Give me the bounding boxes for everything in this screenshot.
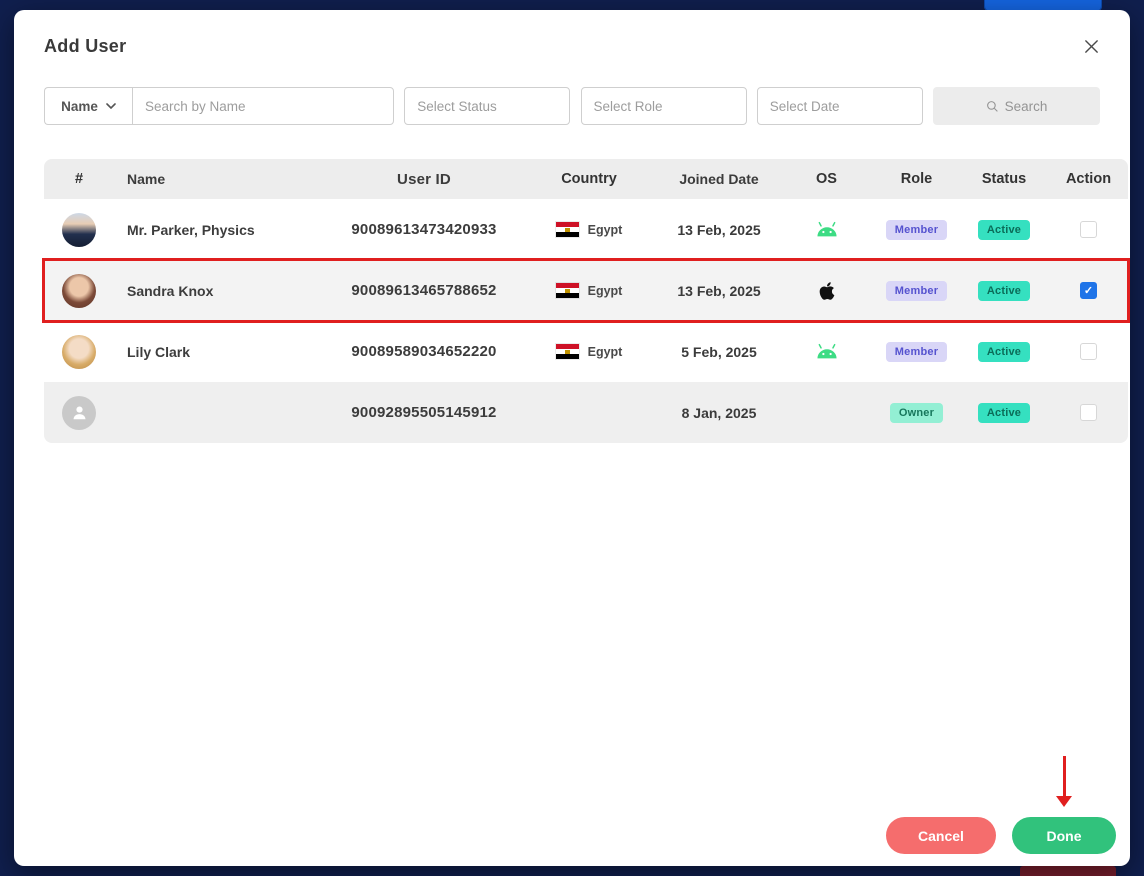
annotation-arrow-icon	[1056, 756, 1072, 808]
chevron-down-icon	[106, 103, 116, 110]
search-button[interactable]: Search	[933, 87, 1100, 125]
status-badge: Active	[977, 219, 1031, 240]
column-header: User ID	[397, 170, 451, 188]
search-icon	[986, 100, 999, 113]
user-name: Mr. Parker, Physics	[127, 221, 255, 238]
role-badge: Member	[885, 280, 948, 301]
status-badge: Active	[977, 402, 1031, 423]
avatar	[44, 395, 114, 430]
role-badge: Member	[885, 219, 948, 240]
user-id: 90089613465788652	[351, 282, 497, 299]
joined-date: 5 Feb, 2025	[681, 343, 757, 360]
row-checkbox[interactable]	[1080, 221, 1097, 238]
background-partial-element	[1020, 866, 1116, 876]
os-cell	[779, 221, 874, 238]
column-header: Role	[900, 171, 933, 187]
table-row[interactable]: Sandra Knox 90089613465788652 Egypt 13 Feb,…	[42, 258, 1130, 323]
column-header: Name	[127, 171, 166, 187]
row-checkbox[interactable]: ✓	[1080, 282, 1097, 299]
joined-date: 13 Feb, 2025	[677, 282, 761, 299]
cancel-button[interactable]: Cancel	[886, 817, 996, 854]
joined-date: 13 Feb, 2025	[677, 221, 761, 238]
add-user-modal: Add User Name Search # Name User ID Country…	[14, 10, 1130, 866]
user-name: Lily Clark	[127, 343, 191, 360]
column-header: OS	[816, 171, 837, 187]
joined-date: 8 Jan, 2025	[681, 404, 757, 421]
user-id: 90089613473420933	[351, 221, 497, 238]
android-icon	[814, 221, 840, 238]
country-cell: Egypt	[519, 222, 659, 237]
role-badge: Member	[885, 341, 948, 362]
role-badge: Owner	[889, 402, 944, 423]
country-label: Egypt	[587, 344, 623, 359]
name-field-dropdown[interactable]: Name	[44, 87, 132, 125]
user-id: 90092895505145912	[351, 404, 497, 421]
modal-header: Add User	[14, 10, 1130, 59]
column-header: Status	[981, 171, 1027, 187]
column-header: Country	[561, 171, 617, 187]
row-checkbox[interactable]	[1080, 404, 1097, 421]
table-body: Mr. Parker, Physics 90089613473420933 Egyp…	[42, 199, 1130, 443]
country-cell: Egypt	[519, 344, 659, 359]
name-search-group: Name	[44, 87, 394, 125]
table-row[interactable]: 90092895505145912 8 Jan, 2025 Owner Active	[44, 382, 1128, 443]
avatar	[44, 273, 114, 308]
modal-footer: Cancel Done	[886, 817, 1116, 854]
os-cell	[779, 281, 874, 301]
android-icon	[814, 343, 840, 360]
avatar	[44, 212, 114, 247]
name-dropdown-label: Name	[61, 98, 98, 114]
status-select-input[interactable]	[404, 87, 571, 125]
done-button[interactable]: Done	[1012, 817, 1116, 854]
close-icon[interactable]	[1079, 34, 1104, 59]
egypt-flag-icon	[555, 283, 579, 298]
status-badge: Active	[977, 341, 1031, 362]
date-select-input[interactable]	[756, 87, 923, 125]
column-header: #	[74, 171, 84, 187]
avatar	[44, 334, 114, 369]
apple-icon	[819, 281, 835, 301]
row-checkbox[interactable]	[1080, 343, 1097, 360]
search-input[interactable]	[132, 87, 394, 125]
egypt-flag-icon	[555, 344, 579, 359]
country-cell: Egypt	[519, 283, 659, 298]
table-header: # Name User ID Country Joined Date OS Role Stat…	[44, 159, 1128, 199]
country-label: Egypt	[587, 222, 623, 237]
os-cell	[779, 343, 874, 360]
column-header: Action	[1065, 171, 1112, 187]
user-name: Sandra Knox	[127, 282, 214, 299]
users-table: # Name User ID Country Joined Date OS Role Stat…	[42, 159, 1130, 443]
search-button-label: Search	[1004, 98, 1048, 114]
table-row[interactable]: Mr. Parker, Physics 90089613473420933 Egyp…	[44, 199, 1128, 260]
role-select-input[interactable]	[580, 87, 747, 125]
table-row[interactable]: Lily Clark 90089589034652220 Egypt 5 Feb, 2…	[44, 321, 1128, 382]
status-badge: Active	[977, 280, 1031, 301]
filter-bar: Name Search	[44, 87, 1100, 125]
user-id: 90089589034652220	[351, 343, 497, 360]
egypt-flag-icon	[555, 222, 579, 237]
country-label: Egypt	[587, 283, 623, 298]
column-header: Joined Date	[679, 171, 759, 187]
modal-title: Add User	[44, 36, 127, 56]
